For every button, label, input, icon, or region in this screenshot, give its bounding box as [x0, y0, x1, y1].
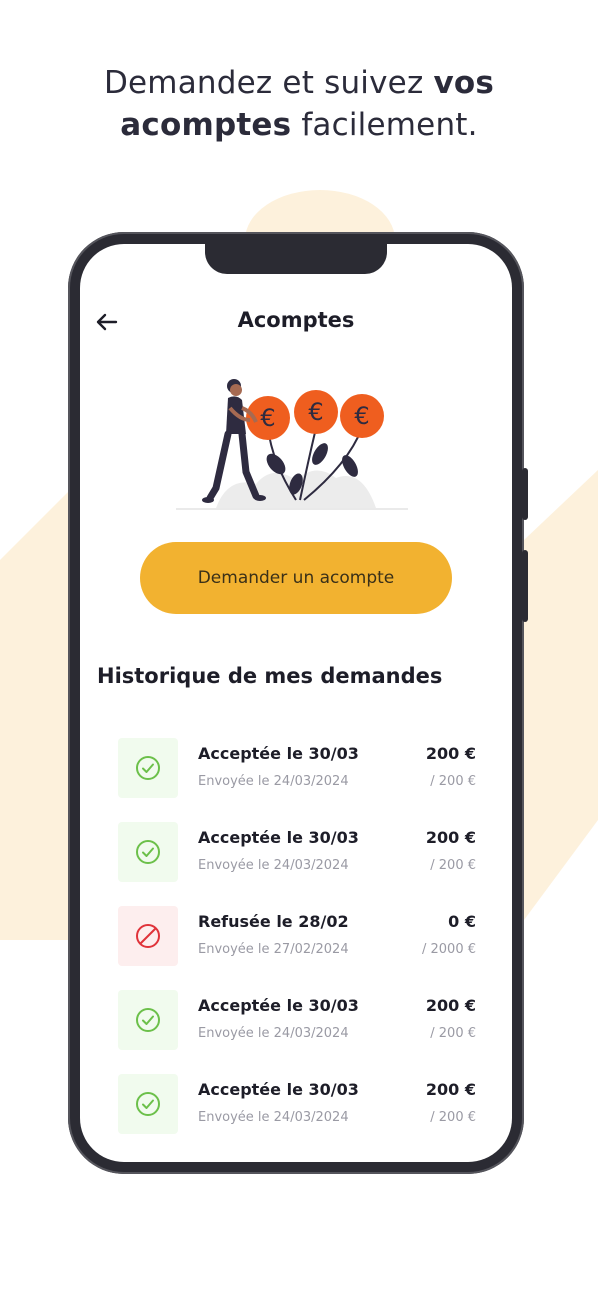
request-row[interactable]: Acceptée le 30/03 Envoyée le 24/03/2024 …: [80, 1074, 512, 1138]
phone-side-button: [522, 550, 528, 622]
request-row[interactable]: Acceptée le 30/03 Envoyée le 24/03/2024 …: [80, 738, 512, 802]
check-circle-icon: [136, 1008, 160, 1032]
request-sent-date: Envoyée le 24/03/2024: [198, 774, 349, 789]
svg-text:€: €: [260, 404, 275, 432]
request-status-title: Acceptée le 30/03: [198, 744, 359, 763]
request-advance-button[interactable]: Demander un acompte: [140, 542, 452, 614]
request-total: / 200 €: [430, 858, 476, 873]
status-icon-box: [118, 738, 178, 798]
headline-bold-2: acomptes: [120, 107, 292, 143]
request-total: / 200 €: [430, 774, 476, 789]
advance-illustration: € € €: [176, 379, 408, 510]
page-title: Acomptes: [237, 308, 355, 332]
phone-side-button: [522, 468, 528, 520]
check-circle-icon: [136, 840, 160, 864]
svg-text:€: €: [354, 402, 369, 430]
forbidden-icon: [136, 924, 160, 948]
status-icon-box: [118, 990, 178, 1050]
request-amount: 200 €: [425, 996, 476, 1015]
request-sent-date: Envoyée le 24/03/2024: [198, 1026, 349, 1041]
check-circle-icon: [136, 1092, 160, 1116]
request-amount: 200 €: [425, 828, 476, 847]
top-bar: Acomptes: [80, 302, 512, 342]
request-total: / 200 €: [430, 1026, 476, 1041]
status-icon-box: [118, 1074, 178, 1134]
request-row[interactable]: Acceptée le 30/03 Envoyée le 24/03/2024 …: [80, 822, 512, 886]
request-status-title: Acceptée le 30/03: [198, 1080, 359, 1099]
request-sent-date: Envoyée le 24/03/2024: [198, 1110, 349, 1125]
headline-part4: facilement.: [291, 107, 478, 143]
request-amount: 200 €: [425, 744, 476, 763]
request-sent-date: Envoyée le 27/02/2024: [198, 942, 349, 957]
request-sent-date: Envoyée le 24/03/2024: [198, 858, 349, 873]
request-total: / 200 €: [430, 1110, 476, 1125]
request-row[interactable]: Acceptée le 30/03 Envoyée le 24/03/2024 …: [80, 990, 512, 1054]
headline-bold-1: vos: [433, 65, 495, 101]
phone-notch: [205, 244, 387, 274]
request-row[interactable]: Refusée le 28/02 Envoyée le 27/02/2024 0…: [80, 906, 512, 970]
svg-text:€: €: [308, 398, 323, 426]
headline-part1: Demandez et suivez: [103, 65, 434, 101]
phone-screen: Acomptes € € € Demander un acompte Histo…: [80, 244, 512, 1162]
check-circle-icon: [136, 756, 160, 780]
request-status-title: Acceptée le 30/03: [198, 828, 359, 847]
request-total: / 2000 €: [422, 942, 476, 957]
status-icon-box: [118, 906, 178, 966]
status-icon-box: [118, 822, 178, 882]
request-status-title: Acceptée le 30/03: [198, 996, 359, 1015]
request-status-title: Refusée le 28/02: [198, 912, 349, 931]
headline: Demandez et suivez vos acomptes facileme…: [0, 62, 598, 146]
history-title: Historique de mes demandes: [97, 664, 443, 688]
request-amount: 0 €: [448, 912, 476, 931]
request-amount: 200 €: [425, 1080, 476, 1099]
